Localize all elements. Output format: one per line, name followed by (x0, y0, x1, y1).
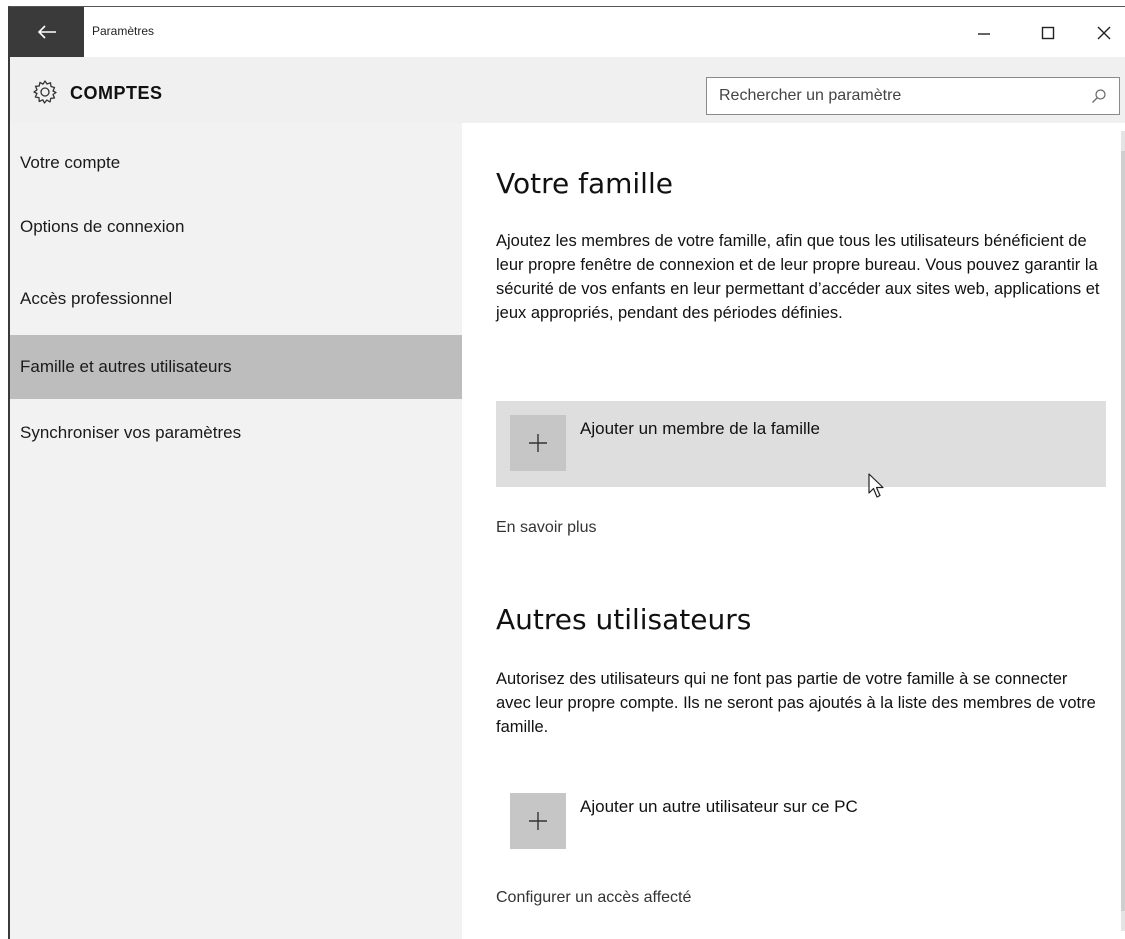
back-button[interactable] (10, 7, 84, 57)
add-tile (510, 415, 566, 471)
plus-icon (529, 812, 547, 830)
other-users-heading: Autres utilisateurs (496, 603, 752, 636)
minimize-button[interactable] (962, 15, 1006, 51)
sidebar-item-famille[interactable]: Famille et autres utilisateurs (10, 335, 462, 399)
page-header: COMPTES (10, 57, 1125, 123)
family-heading: Votre famille (496, 167, 673, 200)
page-title: COMPTES (70, 83, 163, 103)
close-button[interactable] (1082, 15, 1125, 51)
sidebar-item-votre-compte[interactable]: Votre compte (10, 135, 462, 191)
window-title: Paramètres (92, 24, 155, 38)
sidebar-item-label: Synchroniser vos paramètres (20, 423, 242, 442)
sidebar-item-synchroniser[interactable]: Synchroniser vos paramètres (10, 405, 462, 461)
add-family-member-label: Ajouter un membre de la famille (580, 419, 821, 438)
add-family-member-button[interactable]: Ajouter un membre de la famille (496, 401, 1106, 498)
family-description: Ajoutez les membres de votre famille, af… (496, 232, 1100, 322)
sidebar-item-label: Votre compte (20, 153, 121, 172)
minimize-icon (978, 33, 990, 35)
maximize-icon (1041, 26, 1055, 40)
sidebar-item-label: Accès professionnel (20, 289, 173, 308)
add-other-user-button[interactable]: Ajouter un autre utilisateur sur ce PC (496, 779, 1106, 865)
sidebar: Votre compte Options de connexion Accès … (10, 123, 462, 939)
scrollbar-track[interactable] (1121, 131, 1125, 931)
search-box[interactable] (706, 77, 1120, 115)
main-content: Votre famille Ajoutez les membres de vot… (462, 123, 1125, 939)
add-other-user-label: Ajouter un autre utilisateur sur ce PC (580, 797, 858, 816)
sidebar-item-options-connexion[interactable]: Options de connexion (10, 199, 462, 255)
search-input[interactable] (719, 87, 1079, 105)
settings-window: Paramètres COMPTES Votre compte (8, 6, 1125, 939)
plus-icon (529, 434, 547, 452)
search-icon[interactable] (1091, 88, 1107, 104)
mouse-cursor-icon (868, 473, 884, 498)
assigned-access-link[interactable]: Configurer un accès affecté (496, 889, 691, 907)
close-icon (1097, 26, 1111, 40)
learn-more-link[interactable]: En savoir plus (496, 519, 597, 537)
add-tile (510, 793, 566, 849)
back-arrow-icon (37, 25, 56, 39)
sidebar-item-label: Famille et autres utilisateurs (20, 357, 232, 376)
maximize-button[interactable] (1026, 15, 1070, 51)
scrollbar-thumb[interactable] (1121, 151, 1125, 911)
sidebar-item-label: Options de connexion (20, 217, 185, 236)
gear-icon (33, 80, 57, 104)
other-users-description: Autorisez des utilisateurs qui ne font p… (496, 670, 1096, 736)
sidebar-item-acces-professionnel[interactable]: Accès professionnel (10, 271, 462, 327)
title-bar: Paramètres (10, 7, 1125, 57)
